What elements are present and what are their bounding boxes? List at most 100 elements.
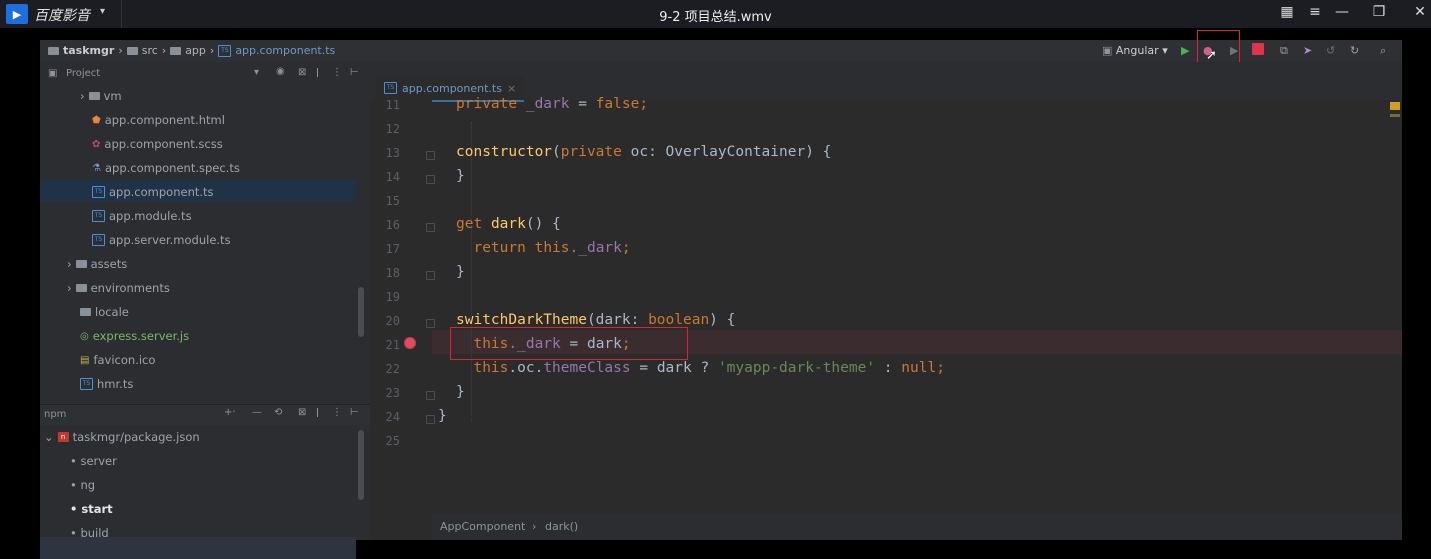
tree-item-label: hmr.ts <box>97 377 134 391</box>
mouse-cursor-icon: ➚ <box>1206 48 1217 63</box>
run-icon[interactable]: ▶ <box>1181 44 1189 57</box>
close-icon[interactable]: ✕ <box>1408 4 1431 20</box>
js-file-icon: ◎ <box>80 330 89 342</box>
menu-icon[interactable]: ≡ <box>1303 4 1327 20</box>
minimize-icon[interactable]: — <box>1330 4 1354 20</box>
send-icon[interactable]: ➤ <box>1303 44 1312 57</box>
fold-marker[interactable] <box>426 175 435 184</box>
breadcrumb-item[interactable]: app.component.ts <box>235 44 335 57</box>
code-line-20[interactable]: switchDarkTheme(dark: boolean) { <box>456 312 735 328</box>
tree-item-favicon-ico[interactable]: ▤ favicon.ico <box>80 353 155 367</box>
tree-item-label: assets <box>90 257 128 271</box>
npm-script-item[interactable]: • build <box>70 526 109 540</box>
add-icon[interactable]: +· <box>224 407 236 418</box>
property: themeClass <box>543 360 631 376</box>
breadcrumb-item[interactable]: src <box>142 44 158 57</box>
code-line-13[interactable]: constructor(private oc: OverlayContainer… <box>456 144 831 160</box>
scrollbar[interactable] <box>358 287 364 337</box>
fold-marker[interactable] <box>426 223 435 232</box>
tree-item-vm[interactable]: › vm <box>80 89 122 103</box>
tree-item-app-component-spec-ts[interactable]: ⚗ app.component.spec.ts <box>92 161 240 175</box>
panel-title[interactable]: npm <box>44 409 66 420</box>
npm-script-item[interactable]: • ng <box>70 478 95 492</box>
fold-marker[interactable] <box>426 415 435 424</box>
npm-script-label: build <box>80 526 109 540</box>
stop-icon[interactable] <box>1252 43 1264 55</box>
restore-icon[interactable]: ❐ <box>1367 4 1391 20</box>
breakpoint-icon[interactable] <box>404 337 416 349</box>
punctuation: ; <box>639 96 649 112</box>
tree-item-app-module-ts[interactable]: TS app.module.ts <box>92 209 192 223</box>
grid-icon[interactable]: ▦ <box>1275 4 1299 20</box>
breadcrumb-item[interactable]: taskmgr <box>63 44 114 57</box>
editor-tab-bar: TS app.component.ts × <box>370 62 1402 102</box>
more-icon[interactable]: ⋮ <box>332 407 342 418</box>
selected-row <box>40 537 356 559</box>
scrollbar[interactable] <box>358 430 364 500</box>
line-number: 20 <box>385 314 400 328</box>
code-text: } <box>456 168 465 184</box>
line-number: 24 <box>385 410 400 424</box>
tree-item-environments[interactable]: › environments <box>67 281 170 295</box>
player-logo-icon[interactable]: ▶ <box>6 4 28 24</box>
code-line-22[interactable]: this.oc.themeClass = dark ? 'myapp-dark-… <box>456 360 944 376</box>
fold-marker[interactable] <box>426 319 435 328</box>
breadcrumb-item[interactable]: AppComponent <box>440 520 525 533</box>
collapse-icon[interactable]: ⊠ <box>298 407 306 418</box>
tree-item-label: vm <box>103 89 122 103</box>
close-icon[interactable]: × <box>507 82 516 95</box>
tree-item-locale[interactable]: locale <box>80 305 129 319</box>
punctuation: ( <box>552 144 561 160</box>
collapse-icon[interactable]: ⊠ <box>298 67 306 78</box>
gear-icon[interactable]: ǀ <box>316 407 319 418</box>
refresh-icon[interactable]: ⟲ <box>274 407 282 418</box>
hide-icon[interactable]: ⊢ <box>350 67 359 78</box>
tree-item-hmr-ts[interactable]: TS hmr.ts <box>80 377 133 391</box>
panel-title[interactable]: Project <box>66 68 100 79</box>
tree-item-express-server-js[interactable]: ◎ express.server.js <box>80 329 189 343</box>
code-line-24[interactable]: } <box>438 408 447 424</box>
tree-item-assets[interactable]: › assets <box>67 257 127 271</box>
code-line-23[interactable]: } <box>456 384 465 400</box>
scroll-marker[interactable] <box>1390 114 1400 117</box>
search-icon[interactable]: ⌕ <box>1380 44 1386 58</box>
tree-item-app-component-scss[interactable]: ✿ app.component.scss <box>92 137 223 151</box>
typescript-file-icon: TS <box>92 234 105 246</box>
gear-icon[interactable]: ǀ <box>316 67 319 78</box>
tab-label: app.component.ts <box>402 81 502 95</box>
code-line-14[interactable]: } <box>456 168 465 184</box>
breadcrumb-item[interactable]: dark() <box>545 520 578 533</box>
code-line-11[interactable]: private _dark = false; <box>456 96 648 112</box>
attach-icon[interactable]: ⧉ <box>1280 44 1288 58</box>
chevron-right-icon: › <box>118 44 123 57</box>
npm-script-item[interactable]: • start <box>70 502 113 516</box>
code-line-16[interactable]: get dark() { <box>456 216 561 232</box>
revert-icon[interactable]: ↻ <box>1350 44 1359 57</box>
remove-icon[interactable]: — <box>252 407 262 418</box>
fold-marker[interactable] <box>426 151 435 160</box>
tree-item-app-server-module-ts[interactable]: TS app.server.module.ts <box>92 233 231 247</box>
operator: = <box>569 96 596 112</box>
tree-item-app-component-html[interactable]: ⬟ app.component.html <box>92 113 225 127</box>
typescript-file-icon: TS <box>80 378 93 390</box>
breadcrumb-item[interactable]: app <box>185 44 206 57</box>
more-icon[interactable]: ⋮ <box>332 67 342 78</box>
history-icon[interactable]: ↺ <box>1326 44 1335 57</box>
keyword: this <box>473 360 509 376</box>
code-editor: TS app.component.ts × 11 12 13 14 15 16 … <box>370 62 1402 540</box>
code-line-17[interactable]: return this._dark; <box>456 240 630 256</box>
player-menu-caret[interactable]: ▾ <box>100 6 105 17</box>
code-line-18[interactable]: } <box>456 264 465 280</box>
npm-script-item[interactable]: • server <box>70 454 117 468</box>
keyword: private <box>456 96 518 112</box>
run-config-select[interactable]: ▣ Angular ▾ <box>1102 44 1168 57</box>
tree-item-app-component-ts[interactable]: TS app.component.ts <box>92 185 214 199</box>
chevron-down-icon[interactable]: ▾ <box>254 67 259 78</box>
fold-marker[interactable] <box>426 271 435 280</box>
warning-marker-icon[interactable] <box>1390 102 1400 110</box>
fold-marker[interactable] <box>426 391 435 400</box>
hide-icon[interactable]: ⊢ <box>350 407 359 418</box>
target-icon[interactable]: ◉ <box>276 66 285 77</box>
property: ._dark <box>569 240 622 256</box>
npm-package[interactable]: ⌄ n taskmgr/package.json <box>44 430 200 444</box>
